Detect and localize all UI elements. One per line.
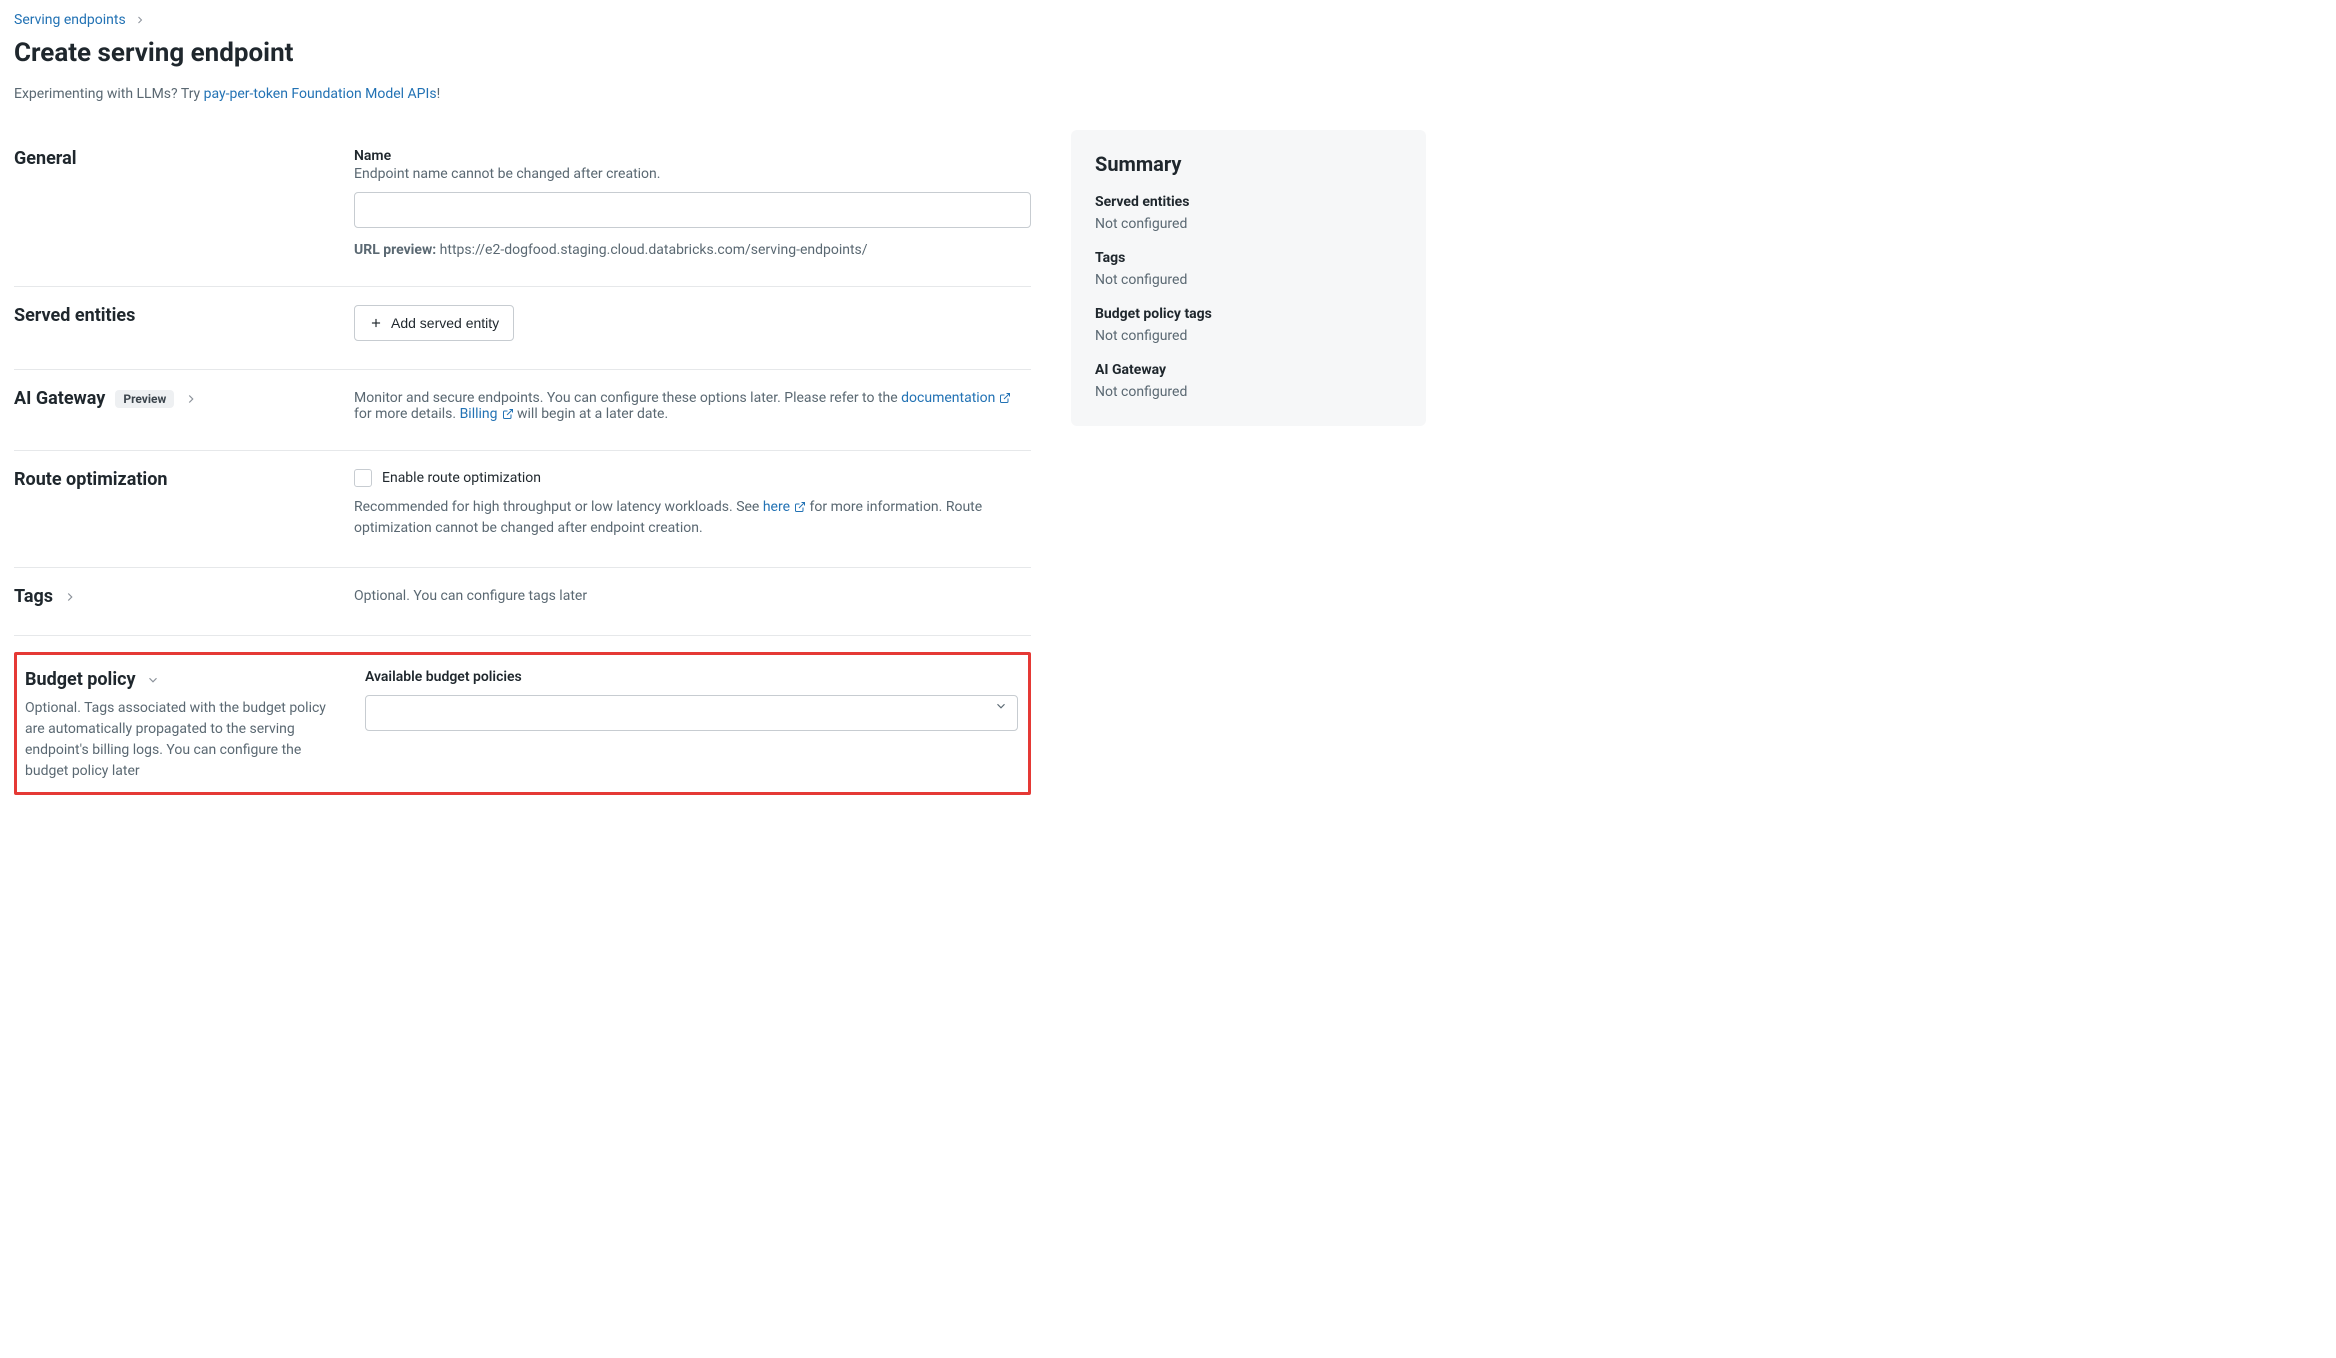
summary-heading: Summary [1095,152,1402,176]
plus-icon [369,316,383,330]
budget-heading[interactable]: Budget policy [25,669,341,690]
external-link-icon [999,392,1011,404]
budget-heading-text: Budget policy [25,669,136,690]
documentation-link[interactable]: documentation [901,390,1011,406]
summary-item-title: Tags [1095,250,1402,266]
summary-item-value: Not configured [1095,216,1402,232]
summary-item-value: Not configured [1095,328,1402,344]
add-served-entity-button[interactable]: Add served entity [354,305,514,341]
summary-item-title: Served entities [1095,194,1402,210]
page-title: Create serving endpoint [14,38,1426,68]
aig-pre: Monitor and secure endpoints. You can co… [354,390,901,406]
summary-item-value: Not configured [1095,384,1402,400]
enable-route-label: Enable route optimization [382,470,541,486]
aig-post: will begin at a later date. [517,406,668,422]
ai-gateway-heading[interactable]: AI Gateway Preview [14,388,330,409]
budget-policy-select[interactable] [365,695,1018,731]
section-route-optimization: Route optimization Enable route optimiza… [14,451,1031,568]
summary-item-value: Not configured [1095,272,1402,288]
general-heading: General [14,148,330,169]
summary-panel: Summary Served entities Not configured T… [1071,130,1426,426]
route-here-link[interactable]: here [763,499,806,515]
llm-hint-prefix: Experimenting with LLMs? Try [14,86,204,102]
section-budget-policy: Budget policy Optional. Tags associated … [25,669,1018,782]
name-hint: Endpoint name cannot be changed after cr… [354,166,1031,182]
url-preview-label: URL preview: [354,242,436,258]
external-link-icon [502,408,514,420]
served-entities-heading: Served entities [14,305,330,326]
url-preview-row: URL preview: https://e2-dogfood.staging.… [354,242,1031,258]
ai-gateway-desc: Monitor and secure endpoints. You can co… [354,390,1031,422]
name-label: Name [354,148,1031,164]
foundation-model-link[interactable]: pay-per-token Foundation Model APIs [204,86,437,102]
chevron-right-icon [184,392,198,406]
route-pre: Recommended for high throughput or low l… [354,499,763,515]
add-served-entity-label: Add served entity [391,315,499,331]
external-link-icon [794,501,806,513]
url-preview-value: https://e2-dogfood.staging.cloud.databri… [440,242,868,258]
billing-link[interactable]: Billing [460,406,514,422]
breadcrumb: Serving endpoints [14,12,1426,28]
preview-badge: Preview [115,390,174,408]
llm-hint: Experimenting with LLMs? Try pay-per-tok… [14,86,1426,102]
chevron-right-icon [134,14,146,26]
section-ai-gateway: AI Gateway Preview Monitor and secure en… [14,370,1031,451]
enable-route-checkbox[interactable] [354,469,372,487]
section-served-entities: Served entities Add served entity [14,287,1031,370]
ai-gateway-heading-text: AI Gateway [14,388,105,409]
chevron-down-icon [146,673,160,687]
llm-hint-suffix: ! [437,86,441,102]
budget-field-label: Available budget policies [365,669,1018,685]
route-heading: Route optimization [14,469,330,490]
chevron-right-icon [63,590,77,604]
section-general: General Name Endpoint name cannot be cha… [14,130,1031,287]
endpoint-name-input[interactable] [354,192,1031,228]
section-tags: Tags Optional. You can configure tags la… [14,568,1031,636]
tags-heading[interactable]: Tags [14,586,330,607]
summary-item: Tags Not configured [1095,250,1402,288]
route-desc: Recommended for high throughput or low l… [354,497,1031,539]
tags-desc: Optional. You can configure tags later [354,588,1031,604]
summary-item: AI Gateway Not configured [1095,362,1402,400]
breadcrumb-parent[interactable]: Serving endpoints [14,12,126,28]
summary-item: Served entities Not configured [1095,194,1402,232]
summary-item: Budget policy tags Not configured [1095,306,1402,344]
budget-sub: Optional. Tags associated with the budge… [25,698,341,782]
aig-mid: for more details. [354,406,460,422]
tags-heading-text: Tags [14,586,53,607]
budget-policy-highlight: Budget policy Optional. Tags associated … [14,652,1031,795]
summary-item-title: Budget policy tags [1095,306,1402,322]
summary-item-title: AI Gateway [1095,362,1402,378]
